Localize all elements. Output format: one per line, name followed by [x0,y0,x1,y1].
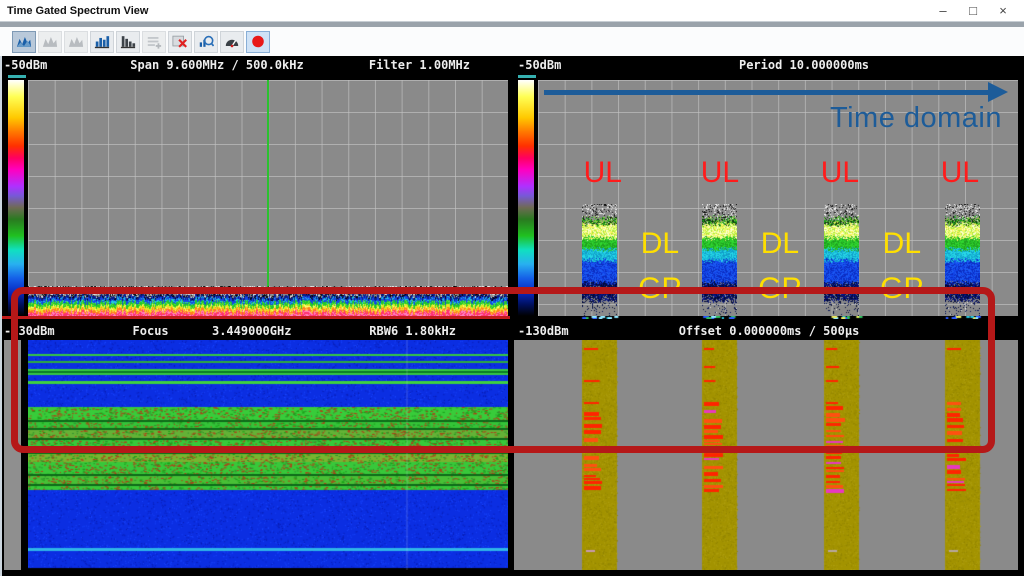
gp-label: GP [880,272,923,306]
rbw-label: RBW6 1.80kHz [369,324,456,338]
delete-annotation-icon [172,34,188,49]
spectrum-trace-button[interactable] [12,31,36,53]
dl-label: DL [883,227,921,261]
amplitude-colorbar [518,80,534,316]
colorbar-gutter [514,80,538,316]
gp-label: GP [758,272,801,306]
ul-burst-spectrogram [582,204,617,316]
burst-marker-strip [514,316,1024,319]
ul-label: UL [701,156,739,190]
gated-waterfall-area[interactable] [538,340,1018,576]
ul-burst-spectrogram [824,204,859,316]
filter-label: Filter 1.00MHz [369,58,470,72]
sorted-bars-button[interactable] [116,31,140,53]
spectrum-view-panel: -50dBm Span 9.600MHz / 500.0kHz Filter 1… [0,56,510,322]
spectrogram-panel-header: -130dBm Focus 3.449000GHz RBW6 1.80kHz [0,322,510,340]
time-domain-panel: -50dBm Period 10.000000ms Time domain UL… [514,56,1024,322]
window-frame-left [0,56,2,576]
spectrum-trace-icon [16,34,32,49]
waterfall-gutter [514,340,538,576]
panel-bottom-edge [514,570,1024,576]
ref-level-label: -50dBm [518,58,561,72]
spectrum-panel-header: -50dBm Span 9.600MHz / 500.0kHz Filter 1… [0,56,510,74]
spectrogram-waterfall [28,340,508,570]
average-trace-button [64,31,88,53]
offset-label: Offset 0.000000ms / 500µs [514,324,1024,338]
time-domain-label: Time domain [830,102,1002,135]
center-frequency-marker [267,80,269,292]
title-bar[interactable]: Time Gated Spectrum View –□× [0,0,1024,21]
histogram-button[interactable] [90,31,114,53]
period-label: Period 10.000000ms [584,58,1024,72]
gutter-bar [4,340,21,570]
gated-spectrogram-panel: -130dBm Offset 0.000000ms / 500µs [514,322,1024,576]
spectrum-plot[interactable] [28,80,508,316]
histogram-icon [94,34,110,49]
gated-waterfall [538,340,1018,570]
add-table-icon [146,34,162,49]
app-window: Time Gated Spectrum View –□× -50dBm Span… [0,0,1024,576]
gated-panel-header: -130dBm Offset 0.000000ms / 500µs [514,322,1024,340]
dl-label: DL [761,227,799,261]
window-controls: –□× [928,0,1018,21]
ul-burst-spectrogram [945,204,980,316]
colorbar-gutter [0,80,28,316]
waterfall-gutter [0,340,28,576]
waterfall-area[interactable] [28,340,508,576]
content-area: -50dBm Span 9.600MHz / 500.0kHz Filter 1… [0,56,1024,576]
gp-label: GP [638,272,681,306]
average-trace-icon [68,34,84,49]
scale-dash [518,75,536,78]
amplitude-colorbar [8,80,24,316]
maximize-button[interactable]: □ [958,0,988,21]
ul-burst-spectrogram [702,204,737,316]
scale-dash [8,75,26,78]
noise-floor-trace [28,286,508,316]
clear-write-trace-button [38,31,62,53]
gauge-icon [224,34,240,49]
record-button[interactable] [246,31,270,53]
delete-annotation-button[interactable] [168,31,192,53]
zoom-analysis-button[interactable] [194,31,218,53]
spectrogram-panel: -130dBm Focus 3.449000GHz RBW6 1.80kHz [0,322,510,576]
minimize-button[interactable]: – [928,0,958,21]
panel-underline [0,316,510,319]
ul-label: UL [821,156,859,190]
window-title: Time Gated Spectrum View [7,5,148,17]
focus-label: Focus 3.449000GHz [0,324,424,338]
close-button[interactable]: × [988,0,1018,21]
panel-bottom-edge [0,570,510,576]
time-domain-arrow-icon [544,82,1008,102]
time-domain-plot[interactable]: Time domain UL UL UL UL DL GP DL GP DL GP [538,80,1018,316]
zoom-analysis-icon [198,34,214,49]
add-table-button [142,31,166,53]
time-domain-panel-header: -50dBm Period 10.000000ms [514,56,1024,74]
ul-label: UL [941,156,979,190]
burst-marker-dashes [538,316,1018,319]
toolbar [0,27,1024,56]
ul-label: UL [584,156,622,190]
dl-label: DL [641,227,679,261]
sorted-bars-icon [120,34,136,49]
gauge-button[interactable] [220,31,244,53]
clear-write-trace-icon [42,34,58,49]
record-icon [250,34,266,49]
